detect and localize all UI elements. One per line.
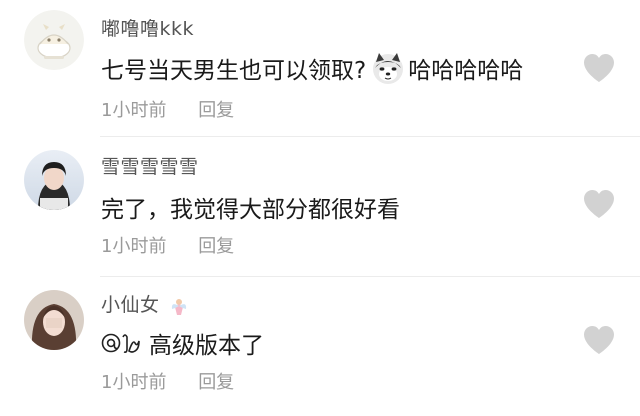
- comment-text-part: 哈哈哈哈哈: [408, 58, 524, 84]
- username[interactable]: 嘟噜噜kkk: [101, 14, 194, 41]
- timestamp: 1小时前: [101, 100, 167, 121]
- user-avatar[interactable]: [24, 290, 84, 350]
- photo-avatar-icon: [24, 290, 84, 350]
- timestamp: 1小时前: [101, 372, 167, 393]
- heart-icon[interactable]: [582, 324, 616, 356]
- user-avatar[interactable]: [24, 150, 84, 210]
- cartoon-avatar-icon: [24, 10, 84, 70]
- username: 小仙女: [101, 290, 190, 317]
- comment-text-part: 高级版本了: [149, 333, 264, 359]
- comment-list: 嘟噜噜kkk 七号当天男生也可以领取? 哈哈哈哈哈 1小时前 回复 雪雪雪雪雪 …: [0, 0, 640, 416]
- heart-icon[interactable]: [582, 188, 616, 220]
- comment-meta: 1小时前 回复: [101, 232, 234, 258]
- username-text[interactable]: 小仙女: [101, 294, 160, 316]
- comment-text: 完了，我觉得大部分都很好看: [101, 197, 400, 223]
- husky-dog-emoji-icon: [373, 53, 404, 84]
- fairy-sticker-icon: [171, 298, 187, 315]
- reply-button[interactable]: 回复: [198, 100, 234, 121]
- user-avatar[interactable]: [24, 10, 84, 70]
- comment-item: 小仙女 高级版本了 1小时前 回复: [0, 278, 640, 413]
- comment-item: 嘟噜噜kkk 七号当天男生也可以领取? 哈哈哈哈哈 1小时前 回复: [0, 0, 640, 135]
- comment-text-part: 七号当天男生也可以领取?: [101, 58, 367, 84]
- reply-button[interactable]: 回复: [198, 236, 234, 257]
- photo-avatar-icon: [24, 150, 84, 210]
- comment-meta: 1小时前 回复: [101, 368, 234, 394]
- timestamp: 1小时前: [101, 236, 167, 257]
- mention-icon[interactable]: [101, 329, 143, 357]
- heart-icon[interactable]: [582, 52, 616, 84]
- divider: [100, 136, 640, 137]
- reply-button[interactable]: 回复: [198, 372, 234, 393]
- comment-meta: 1小时前 回复: [101, 96, 234, 122]
- divider: [100, 276, 640, 277]
- comment-text: 七号当天男生也可以领取? 哈哈哈哈哈: [101, 50, 523, 86]
- username[interactable]: 雪雪雪雪雪: [101, 152, 199, 179]
- comment-text: 高级版本了: [101, 326, 264, 360]
- comment-item: 雪雪雪雪雪 完了，我觉得大部分都很好看 1小时前 回复: [0, 138, 640, 273]
